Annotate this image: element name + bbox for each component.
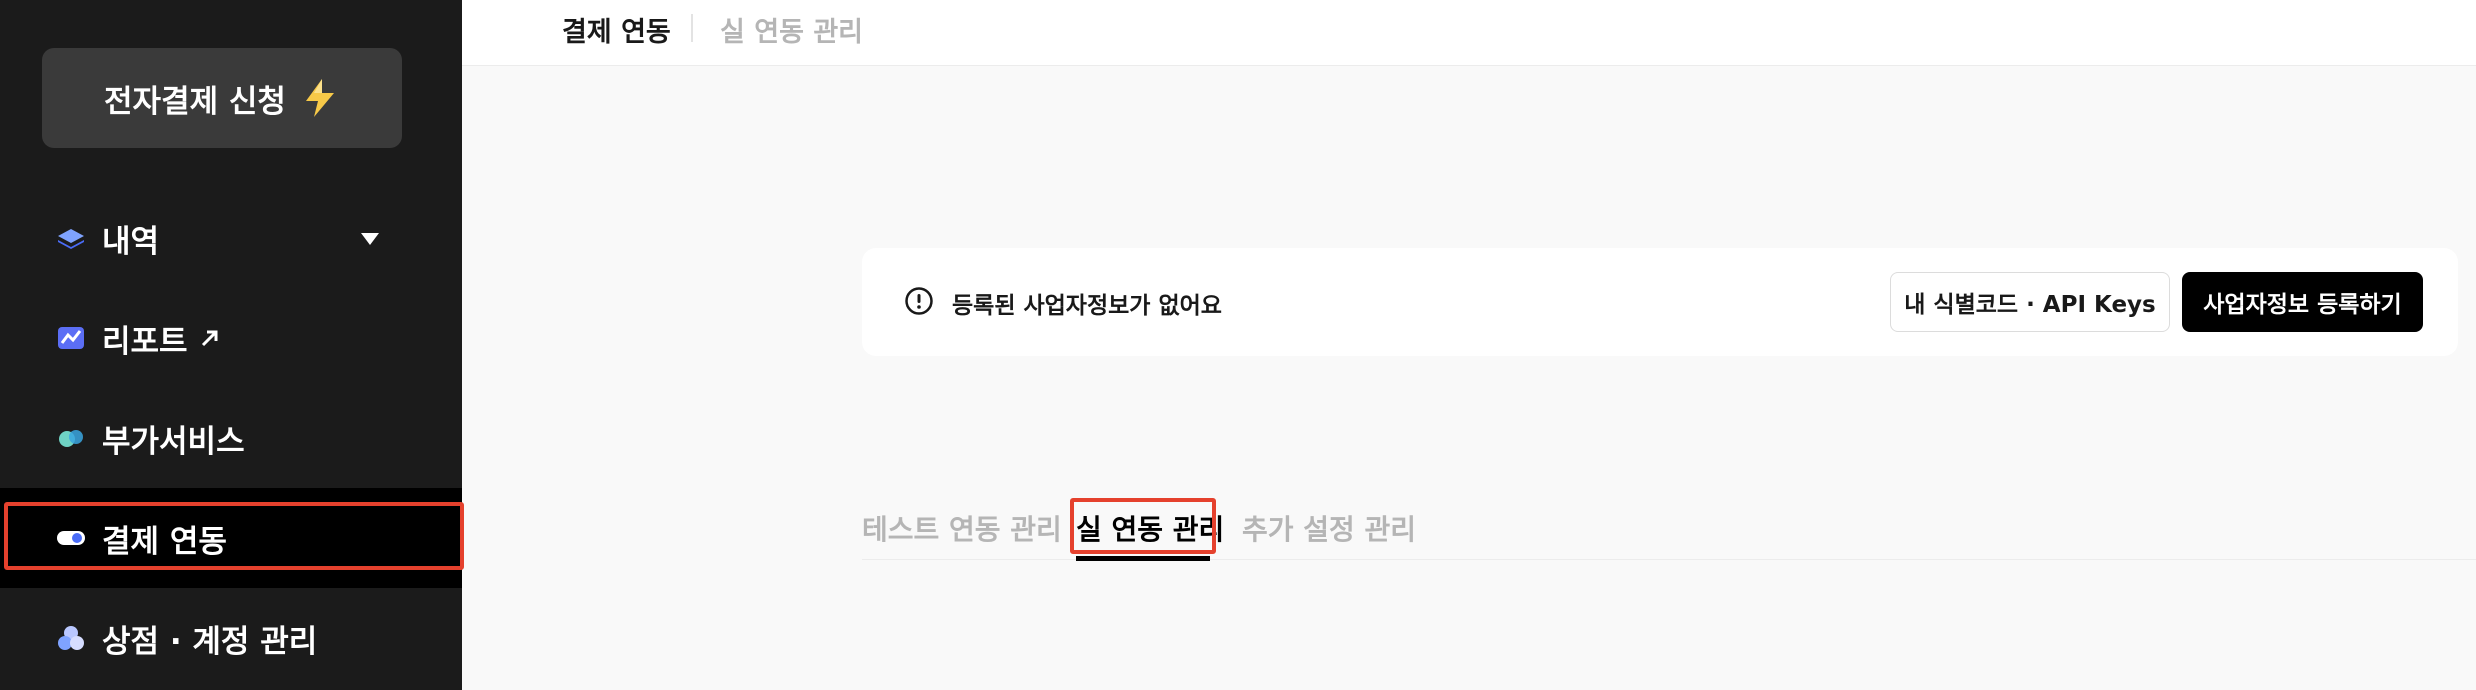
layers-icon (56, 223, 86, 253)
store-icon (56, 623, 86, 653)
breadcrumb-primary[interactable]: 결제 연동 (562, 10, 671, 49)
sidebar-item-label: 결제 연동 (102, 523, 227, 560)
sidebar: 전자결제 신청 내역 리포트 부가서비스 결제 연동 상점 · 계정 관리 (0, 0, 464, 690)
sidebar-item-addon-services[interactable]: 부가서비스 (0, 388, 462, 488)
integration-tabs: 테스트 연동 관리 실 연동 관리 추가 설정 관리 (862, 498, 2476, 561)
tab-additional-settings[interactable]: 추가 설정 관리 (1242, 508, 1416, 548)
sidebar-item-label: 부가서비스 (102, 423, 245, 460)
sidebar-item-label: 리포트 (102, 323, 188, 360)
lightning-icon (305, 79, 334, 117)
alert-circle-icon (905, 287, 933, 315)
sidebar-item-store-account[interactable]: 상점 · 계정 관리 (0, 588, 462, 688)
toggle-icon (56, 523, 86, 553)
pills-icon (56, 423, 86, 453)
business-info-alert: 등록된 사업자정보가 없어요 내 식별코드 · API Keys 사업자정보 등… (862, 248, 2458, 356)
register-business-button[interactable]: 사업자정보 등록하기 (2182, 272, 2423, 332)
api-keys-button[interactable]: 내 식별코드 · API Keys (1890, 272, 2170, 332)
sidebar-item-payment-integration[interactable]: 결제 연동 (0, 488, 464, 588)
apply-payment-label: 전자결제 신청 (104, 83, 286, 120)
apply-payment-button[interactable]: 전자결제 신청 (42, 48, 402, 148)
sidebar-item-history[interactable]: 내역 (0, 188, 462, 288)
tab-test-integration[interactable]: 테스트 연동 관리 (862, 508, 1062, 548)
sidebar-item-label: 내역 (102, 223, 160, 260)
divider (691, 14, 693, 42)
breadcrumb-secondary[interactable]: 실 연동 관리 (720, 10, 863, 49)
sidebar-item-report[interactable]: 리포트 (0, 288, 462, 388)
external-link-icon (198, 326, 222, 350)
tab-highlight-box (1070, 498, 1216, 554)
top-bar: 결제 연동 실 연동 관리 (462, 0, 2476, 66)
sidebar-item-label: 상점 · 계정 관리 (102, 623, 318, 660)
chart-icon (56, 323, 86, 353)
alert-message: 등록된 사업자정보가 없어요 (952, 293, 1222, 319)
caret-down-icon[interactable] (360, 232, 380, 246)
active-tab-indicator (1076, 556, 1210, 561)
